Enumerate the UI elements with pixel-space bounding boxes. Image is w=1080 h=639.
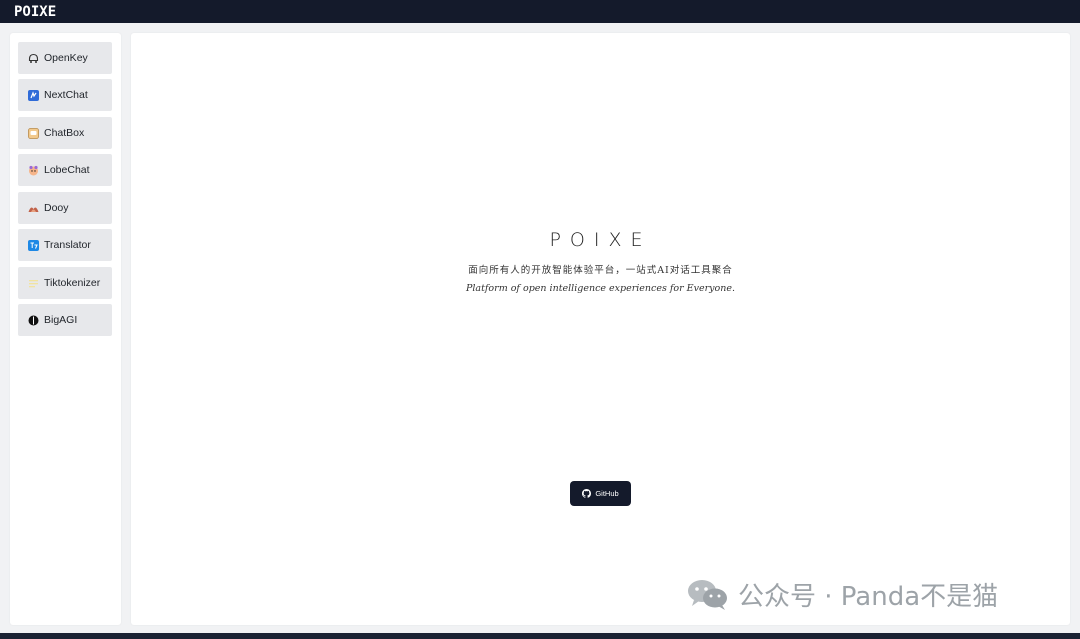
sidebar-item-label: Dooy	[44, 202, 69, 214]
subtitle-english: Platform of open intelligence experience…	[466, 283, 735, 294]
bigagi-icon	[28, 315, 39, 326]
top-bar: POIXE	[0, 0, 1080, 23]
page-title: POIXE	[549, 229, 652, 251]
sidebar-item-label: LobeChat	[44, 164, 90, 176]
sidebar-item-tiktokenizer[interactable]: Tiktokenizer	[18, 267, 112, 299]
sidebar-item-label: OpenKey	[44, 52, 88, 64]
sidebar-item-translator[interactable]: Translator	[18, 229, 112, 261]
nextchat-icon	[28, 89, 39, 101]
sidebar-item-label: Tiktokenizer	[44, 277, 101, 289]
watermark: 公众号 · Panda不是猫	[686, 576, 998, 612]
sidebar-item-label: NextChat	[44, 89, 88, 101]
sidebar-item-chatbox[interactable]: ChatBox	[18, 117, 112, 149]
bottom-strip	[0, 633, 1080, 639]
sidebar-item-label: BigAGI	[44, 314, 78, 326]
sidebar-item-nextchat[interactable]: NextChat	[18, 79, 112, 111]
github-icon	[582, 489, 592, 498]
lobechat-icon	[28, 165, 39, 176]
watermark-text: 公众号 · Panda不是猫	[738, 581, 999, 612]
github-button-label: GitHub	[595, 489, 619, 498]
dooy-icon	[28, 203, 39, 214]
sidebar-item-lobechat[interactable]: LobeChat	[18, 154, 112, 186]
wechat-icon	[686, 577, 730, 611]
sidebar-item-dooy[interactable]: Dooy	[18, 192, 112, 224]
sidebar: OpenKey NextChat ChatBox LobeChat Dooy T…	[10, 33, 121, 625]
sidebar-item-label: ChatBox	[44, 127, 85, 139]
brand-logo[interactable]: POIXE	[14, 4, 56, 20]
translator-icon	[28, 239, 39, 251]
main-panel: POIXE 面向所有人的开放智能体验平台，一站式AI对话工具聚合 Platfor…	[131, 33, 1070, 625]
chatbox-icon	[28, 127, 39, 139]
openkey-icon	[28, 53, 39, 64]
github-button[interactable]: GitHub	[570, 481, 631, 506]
sidebar-item-bigagi[interactable]: BigAGI	[18, 304, 112, 336]
subtitle-chinese: 面向所有人的开放智能体验平台，一站式AI对话工具聚合	[468, 265, 733, 276]
tiktokenizer-icon	[28, 278, 39, 289]
sidebar-item-openkey[interactable]: OpenKey	[18, 42, 112, 74]
sidebar-item-label: Translator	[44, 239, 91, 251]
